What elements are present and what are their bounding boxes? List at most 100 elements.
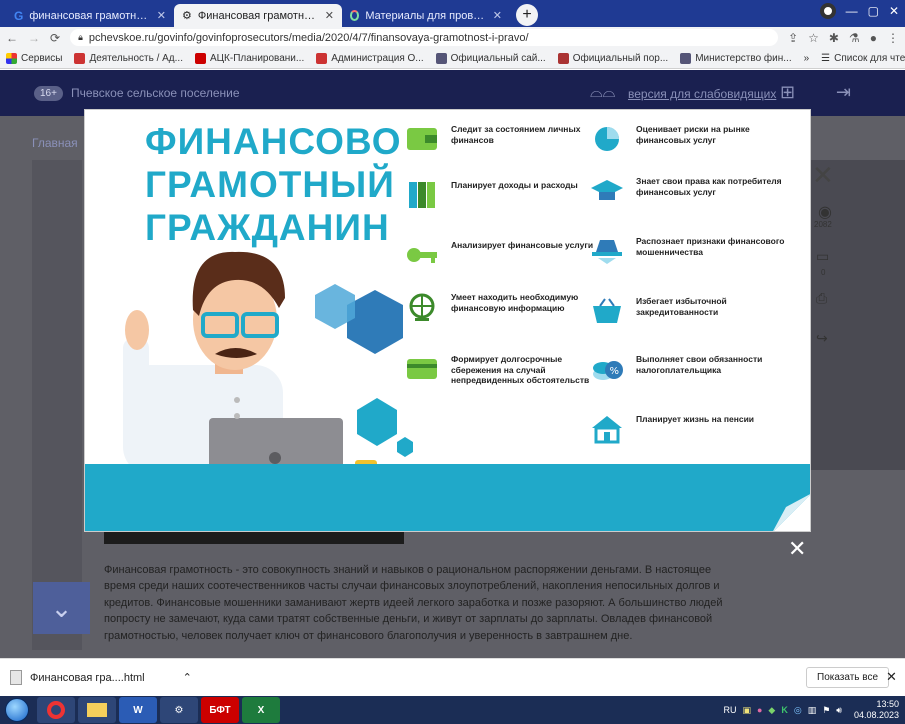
tray-icon[interactable]: ● [757,705,762,715]
views-count: 2082 [814,220,832,229]
language-indicator[interactable]: RU [723,705,736,715]
back-icon[interactable]: ← [6,31,18,45]
tray-icon[interactable]: ◎ [794,705,802,716]
flag-icon[interactable]: ⚑ [822,705,830,716]
bookmark-star-icon[interactable]: ☆ [808,31,819,45]
bookmark-item[interactable]: Администрация О... [316,52,424,64]
site-name[interactable]: Пчевское сельское поселение [71,86,240,100]
apps-icon [6,52,17,64]
wallet-icon [407,128,437,150]
taskbar-app[interactable] [37,697,75,723]
taskbar-app[interactable]: БФТ [201,697,239,723]
image-caption-bar [104,532,404,544]
desk-surface [85,464,810,531]
close-icon[interactable]: ✕ [493,9,502,22]
start-button[interactable] [0,696,34,724]
bookmark-item[interactable]: Официальный пор... [557,52,668,64]
window-controls: — ▢ ✕ [819,3,899,19]
feature-item: Планирует доходы и расходы [405,180,605,210]
percent-coins-icon: % [593,361,623,380]
volume-icon[interactable]: 🔊︎ [836,705,842,716]
extensions-icon[interactable]: ✱ [829,31,839,45]
reload-icon[interactable]: ⟳ [50,31,60,45]
download-item[interactable]: Финансовая гра....html ⌃ [10,670,192,685]
address-toolbar: ← → ⟳ 🔒︎ pchevskoe.ru/govinfo/govinfopro… [0,27,905,48]
maximize-icon[interactable]: ▢ [868,4,879,18]
basket-icon [593,298,621,323]
taskbar-app[interactable]: X [242,697,280,723]
content-column [32,160,82,650]
show-all-button[interactable]: Показать все [806,667,890,688]
bookmark-item[interactable]: АЦК-Планировани... [194,52,304,64]
kaspersky-icon[interactable]: K [781,705,788,715]
record-icon[interactable] [819,3,836,19]
tab-title: Финансовая грамотность и пра [197,9,319,22]
menu-icon[interactable]: ⋮ [887,31,899,45]
feature-item: Формирует долгосрочные сбережения на слу… [405,354,605,386]
age-badge: 16+ [34,85,63,101]
lightbox-close-button[interactable]: ✕ [788,536,806,562]
c-app-icon [47,701,65,719]
word-icon: W [133,704,143,716]
minimize-icon[interactable]: — [846,4,858,18]
close-window-icon[interactable]: ✕ [889,4,899,18]
download-options-icon[interactable]: ⌃ [183,671,192,684]
feature-item: Анализирует финансовые услуги [405,240,605,270]
network-icon[interactable]: ▥ [808,705,817,716]
card-icon [407,359,437,379]
pie-chart-icon [595,127,619,151]
tab-google-search[interactable]: G финансовая грамотность – Goo ✕ [6,4,174,27]
glasses-icon[interactable]: ⌓⌓ [590,84,615,102]
bookmarks-more-button[interactable]: » [804,53,810,64]
close-icon[interactable]: ✕ [325,9,334,22]
key-icon [407,248,437,263]
login-icon[interactable]: ⇥ [836,82,851,103]
sitemap-icon[interactable]: ⊞ [780,82,795,103]
breadcrumb[interactable]: Главная [32,136,78,150]
close-icon[interactable]: ✕ [157,9,166,22]
svg-text:%: % [610,366,620,377]
tray-icon[interactable]: ▣ [742,705,751,716]
feature-item: % Выполняет свои обязанности налогоплате… [590,354,790,384]
lab-icon[interactable]: ⚗ [849,31,860,45]
new-tab-button[interactable]: + [516,4,538,26]
taskbar-app[interactable]: ⚙ [160,697,198,723]
hexagon-decoration [357,398,397,446]
books-icon [409,182,435,208]
download-filename: Финансовая гра....html [30,671,145,684]
tab-title: Материалы для проведения ур [365,9,486,22]
bookmarks-bar: Сервисы Деятельность / Ад... АЦК-Планиро… [0,48,905,69]
bookmark-item[interactable]: Деятельность / Ад... [74,52,183,64]
tab-current-article[interactable]: ⚙ Финансовая грамотность и пра ✕ [174,4,342,27]
profile-icon[interactable]: ● [870,31,877,45]
forward-icon[interactable]: → [28,31,40,45]
taskbar-app[interactable]: W [119,697,157,723]
bookmark-item[interactable]: Министерство фин... [680,52,792,64]
comments-icon[interactable]: ▭ [816,248,829,265]
house-icon [592,416,622,444]
bookmark-services[interactable]: Сервисы [6,52,62,64]
emblem-icon [680,52,692,64]
system-tray: RU ▣ ● ◆ K ◎ ▥ ⚑ 🔊︎ 13:50 04.08.2023 [723,696,899,724]
emblem-icon [557,52,569,64]
print-icon[interactable]: ⎙ [816,290,827,307]
spy-icon [592,240,622,264]
close-icon[interactable]: ✕ [886,669,897,685]
site-icon: ⚙ [182,10,192,22]
url-bar[interactable]: 🔒︎ pchevskoe.ru/govinfo/govinfoprosecuto… [70,29,779,46]
scroll-down-button[interactable]: ⌄ [33,582,90,634]
tray-icon[interactable]: ◆ [768,705,775,716]
share-icon[interactable]: ⇪ [788,31,798,45]
taskbar-app[interactable] [78,697,116,723]
file-icon [10,670,22,685]
bookmark-item[interactable]: Официальный сай... [435,52,546,64]
low-vision-link[interactable]: версия для слабовидящих [628,87,776,101]
clock[interactable]: 13:50 04.08.2023 [854,699,899,721]
feature-item: Умеет находить необходимую финансовую ин… [405,292,605,322]
tab-materials[interactable]: Материалы для проведения ур ✕ [342,4,510,27]
close-icon[interactable]: ✕ [812,160,834,191]
google-icon: G [14,8,24,23]
share-icon[interactable]: ↪ [816,330,828,347]
comments-count: 0 [821,268,826,277]
reading-list-button[interactable]: ☰Список для чтения [821,53,905,64]
